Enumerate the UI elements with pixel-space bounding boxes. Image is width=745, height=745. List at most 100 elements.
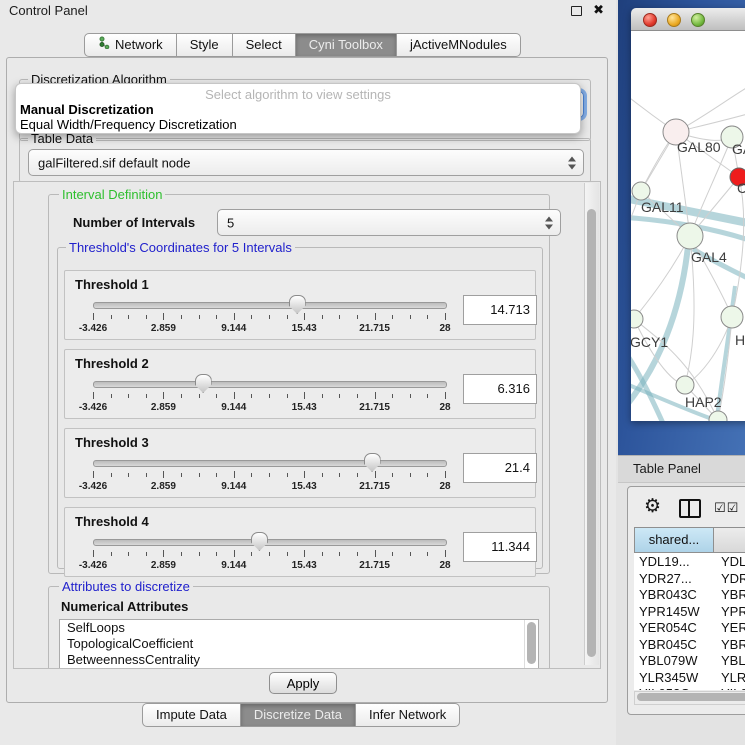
table-cell: YDR27...: [634, 571, 713, 588]
node-label: GA: [732, 141, 745, 157]
dropdown-option-manual-discretization[interactable]: Manual Discretization: [20, 102, 154, 117]
table-row[interactable]: YPR145WYPR1: [634, 604, 745, 621]
slider-thumb[interactable]: [364, 453, 381, 472]
dropdown-option-equal-width-frequency[interactable]: Equal Width/Frequency Discretization: [20, 117, 237, 132]
slider-tick: [146, 394, 147, 398]
slider-tick: [392, 315, 393, 319]
tab-cyni-toolbox[interactable]: Cyni Toolbox: [296, 33, 397, 57]
slider-thumb[interactable]: [289, 295, 306, 314]
threshold-value-field[interactable]: 14.713: [463, 295, 537, 325]
table-row[interactable]: YER054CYER0: [634, 620, 745, 637]
tab-infer-network[interactable]: Infer Network: [356, 703, 460, 727]
close-icon[interactable]: ✖: [593, 2, 604, 18]
tab-discretize-data[interactable]: Discretize Data: [241, 703, 356, 727]
network-canvas[interactable]: GAL80GACGAL11GAL4GCY1HHAP2: [631, 31, 745, 421]
network-node[interactable]: [721, 306, 743, 328]
node-label: GCY1: [631, 334, 668, 350]
list-scrollbar-thumb[interactable]: [527, 622, 536, 664]
slider-tick: [199, 473, 200, 477]
threshold-slider[interactable]: -3.4262.8599.14415.4321.71528: [89, 451, 449, 495]
table-data-select[interactable]: galFiltered.sif default node: [28, 149, 584, 176]
bottom-tab-bar: Impute DataDiscretize DataInfer Network: [142, 703, 460, 727]
column-header-shared-[interactable]: shared...: [634, 527, 714, 553]
control-panel-window: Control Panel ✖ NetworkStyleSelectCyni T…: [0, 0, 616, 745]
slider-tick: [128, 394, 129, 398]
network-graph: GAL80GACGAL11GAL4GCY1HHAP2: [631, 31, 745, 421]
threshold-value-field[interactable]: 11.344: [463, 532, 537, 562]
settings-scrollbar[interactable]: [584, 183, 599, 665]
close-traffic-light-icon[interactable]: [643, 13, 657, 27]
slider-tick: [392, 552, 393, 556]
slider-tick-label: 2.859: [133, 560, 193, 571]
table-row[interactable]: YIL052CYIL0: [634, 686, 745, 690]
slider-tick: [392, 473, 393, 477]
slider-tick: [445, 313, 446, 320]
interval-definition-group: Interval Definition Number of Intervals …: [48, 194, 550, 574]
attribute-list-item[interactable]: TopologicalCoefficient: [60, 636, 538, 652]
slider-track[interactable]: [93, 381, 447, 388]
threshold-slider[interactable]: -3.4262.8599.14415.4321.71528: [89, 293, 449, 337]
checkboxes-icon[interactable]: ☑☑: [714, 500, 739, 516]
tab-jactivemnodules[interactable]: jActiveMNodules: [397, 33, 521, 57]
settings-scrollbar-thumb[interactable]: [587, 209, 596, 657]
table-row[interactable]: YBR043CYBR0: [634, 587, 745, 604]
slider-tick: [339, 552, 340, 556]
tab-style[interactable]: Style: [177, 33, 233, 57]
table-row[interactable]: YDL19...YDL1: [634, 554, 745, 571]
table-cell: YIL052C: [634, 686, 713, 690]
slider-tick: [269, 315, 270, 319]
tab-select[interactable]: Select: [233, 33, 296, 57]
table-cell: YER0: [713, 620, 745, 637]
slider-tick: [199, 315, 200, 319]
list-scrollbar[interactable]: [524, 620, 538, 669]
attribute-list-item[interactable]: BetweennessCentrality: [60, 652, 538, 668]
column-header-n[interactable]: n: [713, 527, 745, 553]
slider-tick: [357, 552, 358, 556]
table-row[interactable]: YBR045CYBR0: [634, 637, 745, 654]
threshold-panel: Threshold 3 -3.4262.8599.14415.4321.7152…: [64, 428, 536, 498]
network-node[interactable]: [677, 223, 703, 249]
slider-track[interactable]: [93, 460, 447, 467]
threshold-value-field[interactable]: 6.316: [463, 374, 537, 404]
network-node[interactable]: [676, 376, 694, 394]
network-window-titlebar[interactable]: [631, 8, 745, 31]
slider-thumb[interactable]: [195, 374, 212, 393]
table-panel-title: Table Panel: [633, 461, 701, 476]
slider-tick: [128, 315, 129, 319]
slider-tick: [111, 552, 112, 556]
table-row[interactable]: YDR27...YDR2: [634, 571, 745, 588]
threshold-value-field[interactable]: 21.4: [463, 453, 537, 483]
gear-icon[interactable]: ⚙: [644, 495, 661, 518]
zoom-traffic-light-icon[interactable]: [691, 13, 705, 27]
slider-tick: [445, 471, 446, 478]
table-scrollbar-thumb[interactable]: [637, 693, 745, 701]
attribute-list-item[interactable]: SelfLoops: [60, 620, 538, 636]
tab-impute-data[interactable]: Impute Data: [142, 703, 241, 727]
dropdown-prompt: Select algorithm to view settings: [16, 87, 580, 102]
table-cell: YBL079W: [634, 653, 713, 670]
table-row[interactable]: YLR345WYLR3: [634, 670, 745, 687]
slider-tick-label: 21.715: [345, 402, 405, 413]
minimize-traffic-light-icon[interactable]: [667, 13, 681, 27]
columns-icon[interactable]: [679, 499, 701, 518]
slider-track[interactable]: [93, 539, 447, 546]
apply-button[interactable]: Apply: [269, 672, 337, 694]
table-horizontal-scrollbar[interactable]: [634, 691, 745, 705]
numerical-attributes-list[interactable]: SelfLoopsTopologicalCoefficientBetweenne…: [59, 619, 539, 669]
tab-network[interactable]: Network: [84, 33, 177, 57]
combo-stepper-icon: [544, 216, 553, 229]
number-of-intervals-select[interactable]: 5: [217, 209, 561, 236]
network-node[interactable]: [632, 182, 650, 200]
slider-tick-label: 21.715: [345, 560, 405, 571]
float-window-icon[interactable]: [571, 6, 582, 16]
network-node[interactable]: [709, 411, 727, 421]
slider-tick: [339, 473, 340, 477]
slider-tick-label: -3.426: [63, 323, 123, 334]
threshold-slider[interactable]: -3.4262.8599.14415.4321.71528: [89, 372, 449, 416]
slider-track[interactable]: [93, 302, 447, 309]
table-row[interactable]: YBL079WYBL0: [634, 653, 745, 670]
slider-tick: [410, 315, 411, 319]
slider-thumb[interactable]: [251, 532, 268, 551]
table-cell: YIL0: [713, 686, 745, 690]
threshold-slider[interactable]: -3.4262.8599.14415.4321.71528: [89, 530, 449, 574]
